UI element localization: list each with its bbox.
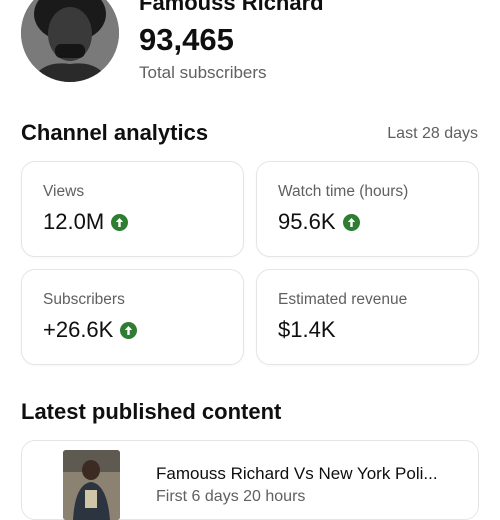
trend-up-icon [111,213,129,231]
video-thumbnail [63,450,120,520]
channel-name: Famouss Richard [139,0,324,15]
metric-label: Watch time (hours) [278,183,409,200]
metric-card-views[interactable]: Views 12.0M [21,161,244,257]
metric-card-watch-time[interactable]: Watch time (hours) 95.6K [256,161,479,257]
metric-card-subscribers[interactable]: Subscribers +26.6K [21,269,244,365]
trend-up-icon [342,213,360,231]
metric-value: 12.0M [43,209,105,234]
metric-value: 95.6K [278,209,336,234]
metric-label: Estimated revenue [278,291,408,308]
trend-up-icon [120,321,138,339]
date-range[interactable]: Last 28 days [387,124,478,144]
subscriber-label: Total subscribers [139,63,267,82]
metric-card-revenue[interactable]: Estimated revenue $1.4K [256,269,479,365]
subscriber-count: 93,465 [139,22,234,57]
latest-content-title: Latest published content [21,399,282,424]
video-title[interactable]: Famouss Richard Vs New York Poli... [156,464,438,484]
metric-value: $1.4K [278,317,336,342]
channel-avatar[interactable] [21,0,119,82]
metric-label: Views [43,183,85,200]
analytics-title: Channel analytics [21,120,209,145]
latest-video-card[interactable]: Famouss Richard Vs New York Poli... Firs… [21,440,479,520]
avatar-photo [21,0,119,82]
metric-label: Subscribers [43,291,125,308]
thumbnail-image [63,450,120,520]
video-meta: First 6 days 20 hours [156,488,306,505]
metric-value: +26.6K [43,317,114,342]
